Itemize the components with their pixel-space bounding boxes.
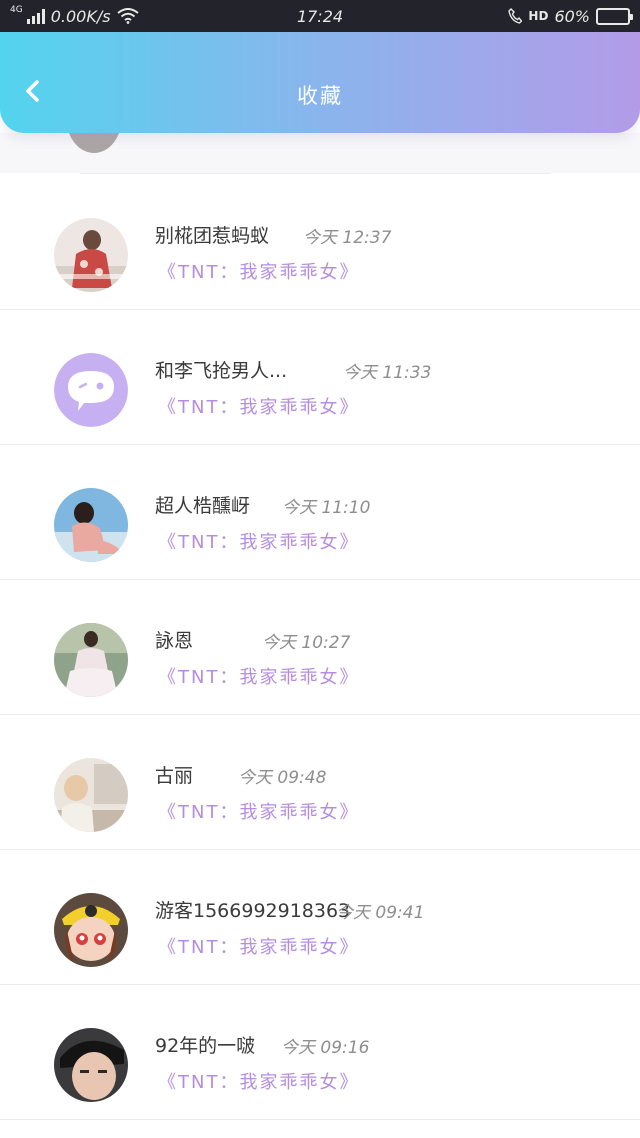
- list-item[interactable]: 游客1566992918363 今天 09:41 《TNT：我家乖乖女》: [0, 850, 640, 985]
- avatar: [54, 488, 128, 562]
- timestamp: 今天 09:16: [281, 1038, 370, 1058]
- timestamp: 今天 10:27: [262, 633, 351, 653]
- book-title-link[interactable]: 《TNT：我家乖乖女》: [158, 663, 359, 689]
- user-name: 超人梏醺岈: [155, 495, 251, 517]
- book-title-link[interactable]: 《TNT：我家乖乖女》: [158, 393, 359, 419]
- row-divider: [0, 1119, 640, 1120]
- user-name: 古丽: [155, 765, 194, 787]
- status-left: 4G 0.00K/s: [10, 5, 139, 26]
- user-name: 别椛团惹蚂蚁: [155, 225, 270, 247]
- header-bar: 收藏: [0, 32, 640, 133]
- timestamp: 今天 12:37: [303, 228, 392, 248]
- phone-icon: [508, 8, 523, 24]
- status-right: HD 60%: [508, 6, 633, 26]
- user-name: 游客1566992918363: [155, 900, 351, 922]
- hd-badge: HD: [528, 9, 549, 23]
- book-title-link[interactable]: 《TNT：我家乖乖女》: [158, 528, 359, 554]
- signal-icon: [26, 8, 45, 24]
- battery-icon: [596, 7, 633, 25]
- user-name: 和李飞抢男人...: [155, 360, 288, 382]
- avatar: [54, 1028, 128, 1102]
- list-item[interactable]: 超人梏醺岈 今天 11:10 《TNT：我家乖乖女》: [0, 445, 640, 580]
- row-divider: [80, 173, 550, 174]
- book-title-link[interactable]: 《TNT：我家乖乖女》: [158, 933, 359, 959]
- avatar: [54, 893, 128, 967]
- wifi-icon: [116, 8, 139, 24]
- list-item[interactable]: 92年的一啵 今天 09:16 《TNT：我家乖乖女》: [0, 985, 640, 1120]
- page-title: 收藏: [297, 84, 343, 108]
- list-item[interactable]: 别椛团惹蚂蚁 今天 12:37 《TNT：我家乖乖女》: [0, 175, 640, 310]
- network-type: 4G: [10, 5, 23, 15]
- list-item[interactable]: 古丽 今天 09:48 《TNT：我家乖乖女》: [0, 715, 640, 850]
- avatar: [54, 623, 128, 697]
- favorites-list[interactable]: 别椛团惹蚂蚁 今天 12:37 《TNT：我家乖乖女》 和李飞抢男人... 今天…: [0, 133, 640, 1138]
- user-name: 詠恩: [155, 630, 194, 652]
- book-title-link[interactable]: 《TNT：我家乖乖女》: [158, 798, 359, 824]
- timestamp: 今天 11:33: [343, 363, 432, 383]
- avatar: [54, 218, 128, 292]
- book-title-link[interactable]: 《TNT：我家乖乖女》: [158, 258, 359, 284]
- list-item[interactable]: 和李飞抢男人... 今天 11:33 《TNT：我家乖乖女》: [0, 310, 640, 445]
- user-name: 92年的一啵: [155, 1035, 256, 1057]
- timestamp: 今天 11:10: [282, 498, 371, 518]
- battery-percent: 60%: [554, 6, 590, 26]
- book-title-link[interactable]: 《TNT：我家乖乖女》: [158, 1068, 359, 1094]
- status-bar: 4G 0.00K/s 17:24 HD 60%: [0, 0, 640, 32]
- timestamp: 今天 09:48: [238, 768, 327, 788]
- timestamp: 今天 09:41: [336, 903, 425, 923]
- list-item[interactable]: 詠恩 今天 10:27 《TNT：我家乖乖女》: [0, 580, 640, 715]
- avatar: [54, 758, 128, 832]
- network-speed: 0.00K/s: [50, 6, 111, 26]
- avatar: [54, 353, 128, 427]
